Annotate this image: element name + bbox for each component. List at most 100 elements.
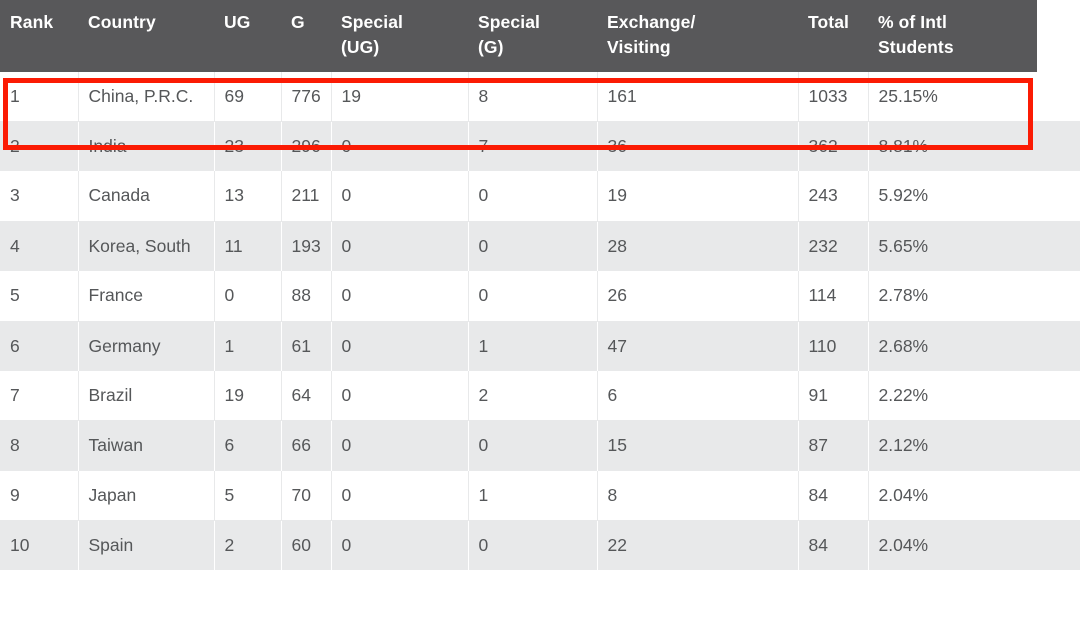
- international-students-by-country-table: Rank Country UG G Special (UG) Special (…: [0, 0, 1080, 571]
- cell-pct: 2.04%: [868, 520, 1080, 571]
- cell-rank: 5: [0, 271, 79, 322]
- cell-s-ug: 0: [331, 370, 469, 421]
- cell-rank: 9: [0, 470, 79, 521]
- cell-rank: 4: [0, 221, 79, 272]
- cell-country: Taiwan: [78, 420, 215, 471]
- column-header-special-ug[interactable]: Special (UG): [331, 0, 468, 72]
- cell-g: 193: [281, 221, 332, 272]
- cell-country: China, P.R.C.: [78, 71, 215, 122]
- column-header-g-label: G: [291, 12, 305, 32]
- cell-total: 1033: [798, 71, 869, 122]
- table-row: 10 Spain 2 60 0 0 22 84 2.04%: [0, 520, 1080, 571]
- cell-total: 232: [798, 221, 869, 272]
- cell-pct: 5.92%: [868, 171, 1080, 222]
- cell-s-g: 1: [468, 321, 598, 371]
- cell-s-g: 0: [468, 221, 598, 272]
- cell-s-g: 2: [468, 370, 598, 421]
- cell-pct: 8.81%: [868, 121, 1080, 172]
- column-header-total[interactable]: Total: [798, 0, 868, 72]
- table-row: 2 India 23 296 0 7 36 362 8.81%: [0, 121, 1080, 172]
- cell-exchange: 161: [597, 71, 799, 122]
- table-row: 1 China, P.R.C. 69 776 19 8 161 1033 25.15%: [0, 71, 1080, 122]
- cell-rank: 8: [0, 420, 79, 471]
- column-header-exchange-line1: Exchange/: [607, 12, 696, 32]
- cell-total: 362: [798, 121, 869, 172]
- cell-ug: 1: [214, 321, 282, 371]
- cell-s-ug: 0: [331, 470, 469, 521]
- column-header-ug-label: UG: [224, 12, 251, 32]
- cell-ug: 2: [214, 520, 282, 571]
- cell-ug: 0: [214, 271, 282, 322]
- column-header-percent-line2: Students: [878, 36, 954, 57]
- table-row: 3 Canada 13 211 0 0 19 243 5.92%: [0, 171, 1080, 222]
- cell-pct: 5.65%: [868, 221, 1080, 272]
- cell-s-ug: 0: [331, 221, 469, 272]
- column-header-rank-label: Rank: [10, 12, 54, 32]
- cell-country: Korea, South: [78, 221, 215, 272]
- cell-country: Germany: [78, 321, 215, 371]
- cell-ug: 5: [214, 470, 282, 521]
- cell-pct: 2.04%: [868, 470, 1080, 521]
- column-header-exchange-visiting[interactable]: Exchange/ Visiting: [597, 0, 798, 72]
- cell-ug: 11: [214, 221, 282, 272]
- table-row: 5 France 0 88 0 0 26 114 2.78%: [0, 271, 1080, 322]
- column-header-rank[interactable]: Rank: [0, 0, 78, 72]
- cell-s-ug: 0: [331, 271, 469, 322]
- cell-pct: 25.15%: [868, 71, 1080, 122]
- column-header-country[interactable]: Country: [78, 0, 214, 72]
- column-header-g[interactable]: G: [281, 0, 331, 72]
- cell-rank: 1: [0, 71, 79, 122]
- column-header-special-ug-line1: Special: [341, 12, 403, 32]
- cell-s-ug: 0: [331, 520, 469, 571]
- cell-g: 64: [281, 370, 332, 421]
- cell-rank: 2: [0, 121, 79, 172]
- cell-total: 243: [798, 171, 869, 222]
- cell-ug: 6: [214, 420, 282, 471]
- cell-s-ug: 0: [331, 420, 469, 471]
- cell-rank: 7: [0, 370, 79, 421]
- cell-ug: 69: [214, 71, 282, 122]
- table-header: Rank Country UG G Special (UG) Special (…: [0, 0, 1080, 72]
- cell-rank: 10: [0, 520, 79, 571]
- table-row: 8 Taiwan 6 66 0 0 15 87 2.12%: [0, 420, 1080, 471]
- cell-s-g: 0: [468, 420, 598, 471]
- cell-g: 211: [281, 171, 332, 222]
- cell-country: India: [78, 121, 215, 172]
- cell-s-ug: 0: [331, 321, 469, 371]
- cell-s-g: 8: [468, 71, 598, 122]
- cell-country: Spain: [78, 520, 215, 571]
- header-right-gap: [1037, 0, 1080, 73]
- table-header-row: Rank Country UG G Special (UG) Special (…: [0, 0, 1080, 72]
- cell-g: 61: [281, 321, 332, 371]
- cell-exchange: 36: [597, 121, 799, 172]
- table-body: 1 China, P.R.C. 69 776 19 8 161 1033 25.15% 2 Indi…: [0, 71, 1080, 571]
- cell-total: 114: [798, 271, 869, 322]
- cell-g: 70: [281, 470, 332, 521]
- table-row: 4 Korea, South 11 193 0 0 28 232 5.65%: [0, 221, 1080, 272]
- column-header-exchange-line2: Visiting: [607, 36, 671, 57]
- cell-g: 296: [281, 121, 332, 172]
- cell-g: 66: [281, 420, 332, 471]
- cell-exchange: 22: [597, 520, 799, 571]
- cell-ug: 13: [214, 171, 282, 222]
- cell-g: 88: [281, 271, 332, 322]
- column-header-ug[interactable]: UG: [214, 0, 281, 72]
- table-row: 6 Germany 1 61 0 1 47 110 2.68%: [0, 321, 1080, 371]
- cell-exchange: 6: [597, 370, 799, 421]
- cell-total: 84: [798, 470, 869, 521]
- cell-s-g: 0: [468, 271, 598, 322]
- cell-s-ug: 19: [331, 71, 469, 122]
- cell-total: 84: [798, 520, 869, 571]
- cell-country: Japan: [78, 470, 215, 521]
- column-header-country-label: Country: [88, 12, 156, 32]
- cell-total: 91: [798, 370, 869, 421]
- column-header-percent-line1: % of Intl: [878, 12, 947, 32]
- cell-s-g: 7: [468, 121, 598, 172]
- column-header-special-g-line1: Special: [478, 12, 540, 32]
- cell-exchange: 47: [597, 321, 799, 371]
- cell-s-ug: 0: [331, 121, 469, 172]
- column-header-special-g[interactable]: Special (G): [468, 0, 597, 72]
- column-header-total-label: Total: [808, 12, 850, 32]
- table-row: 7 Brazil 19 64 0 2 6 91 2.22%: [0, 370, 1080, 421]
- cell-ug: 19: [214, 370, 282, 421]
